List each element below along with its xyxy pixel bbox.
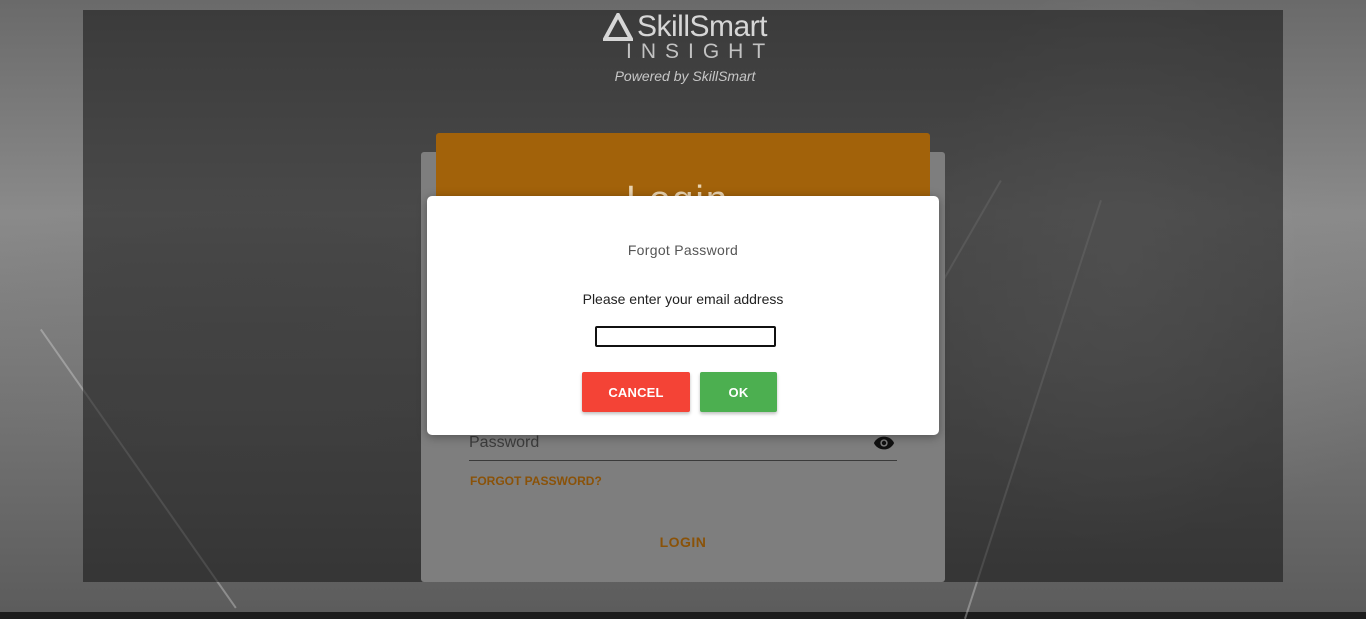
brand-product: INSIGHT xyxy=(626,40,775,63)
password-field[interactable]: Password xyxy=(469,432,897,461)
cancel-button[interactable]: CANCEL xyxy=(582,372,690,412)
eye-icon[interactable] xyxy=(873,435,895,451)
forgot-password-modal: Forgot Password Please enter your email … xyxy=(427,196,939,435)
triangle-logo-icon xyxy=(602,13,633,41)
brand-name: SkillSmart xyxy=(636,10,768,43)
powered-by: Powered by SkillSmart xyxy=(614,68,756,84)
ok-button[interactable]: OK xyxy=(700,372,777,412)
login-button[interactable]: LOGIN xyxy=(641,534,725,558)
brand-logo: SkillSmart INSIGHT Powered by SkillSmart xyxy=(590,10,780,84)
modal-message: Please enter your email address xyxy=(582,291,784,307)
email-input[interactable] xyxy=(595,326,776,347)
password-label: Password xyxy=(469,434,540,451)
modal-title: Forgot Password xyxy=(627,242,739,258)
forgot-password-link[interactable]: FORGOT PASSWORD? xyxy=(470,474,602,488)
